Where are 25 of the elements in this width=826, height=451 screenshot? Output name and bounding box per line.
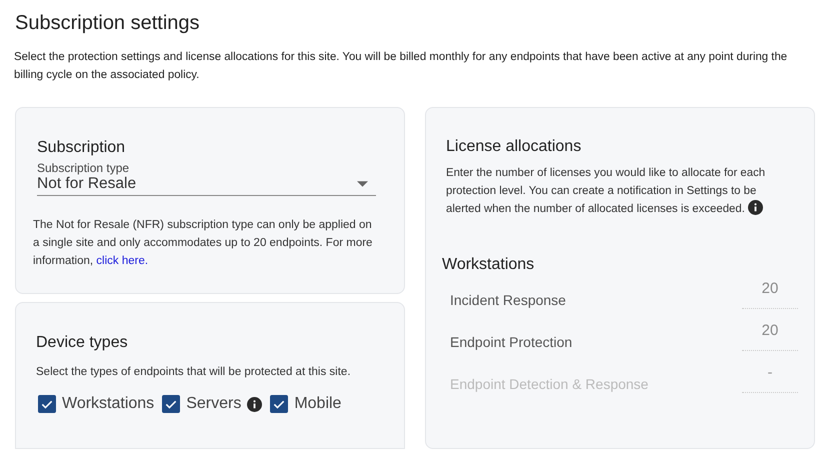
page-title: Subscription settings (15, 12, 200, 35)
card-title: Device types (36, 334, 128, 352)
subscription-note: The Not for Resale (NFR) subscription type can only be applied on a single site and only accommodates up to 20 endpoints. For more information, click here. (33, 218, 374, 269)
allocation-label: Endpoint Protection (450, 334, 572, 351)
group-title: Workstations (442, 256, 534, 274)
allocation-label: Incident Response (450, 292, 566, 309)
checkbox[interactable] (270, 395, 288, 413)
checkbox-label[interactable]: Servers (186, 395, 242, 413)
checkbox-label[interactable]: Workstations (62, 395, 154, 413)
info-icon[interactable] (748, 200, 764, 215)
field-label: Subscription type (37, 161, 130, 175)
page-description: Select the protection settings and license allocations for this site. You will be billed monthly for any endpoints that have been active at any point during the billing cycle on the associated policy. (14, 50, 788, 83)
checkbox[interactable] (38, 395, 56, 413)
allocation-label: Endpoint Detection & Response (450, 376, 648, 393)
checkbox[interactable] (162, 395, 180, 413)
info-icon[interactable] (247, 396, 262, 412)
card-description: Select the types of endpoints that will be protected at this site. (36, 366, 352, 378)
subscription-type-dropdown[interactable]: Not for Resale (37, 175, 376, 196)
card-title: Subscription (37, 139, 126, 157)
more-info-link[interactable]: click here. (96, 255, 148, 267)
caret-icon (357, 181, 368, 187)
license-count-field: - (742, 364, 798, 393)
checkbox-label[interactable]: Mobile (294, 395, 342, 413)
card-description: Enter the number of licenses you would like to allocate for each protection level. You can create a notification in Settings to be alerted when the number of allocated licenses is exceeded. (446, 166, 766, 217)
card-title: License allocations (446, 138, 582, 156)
